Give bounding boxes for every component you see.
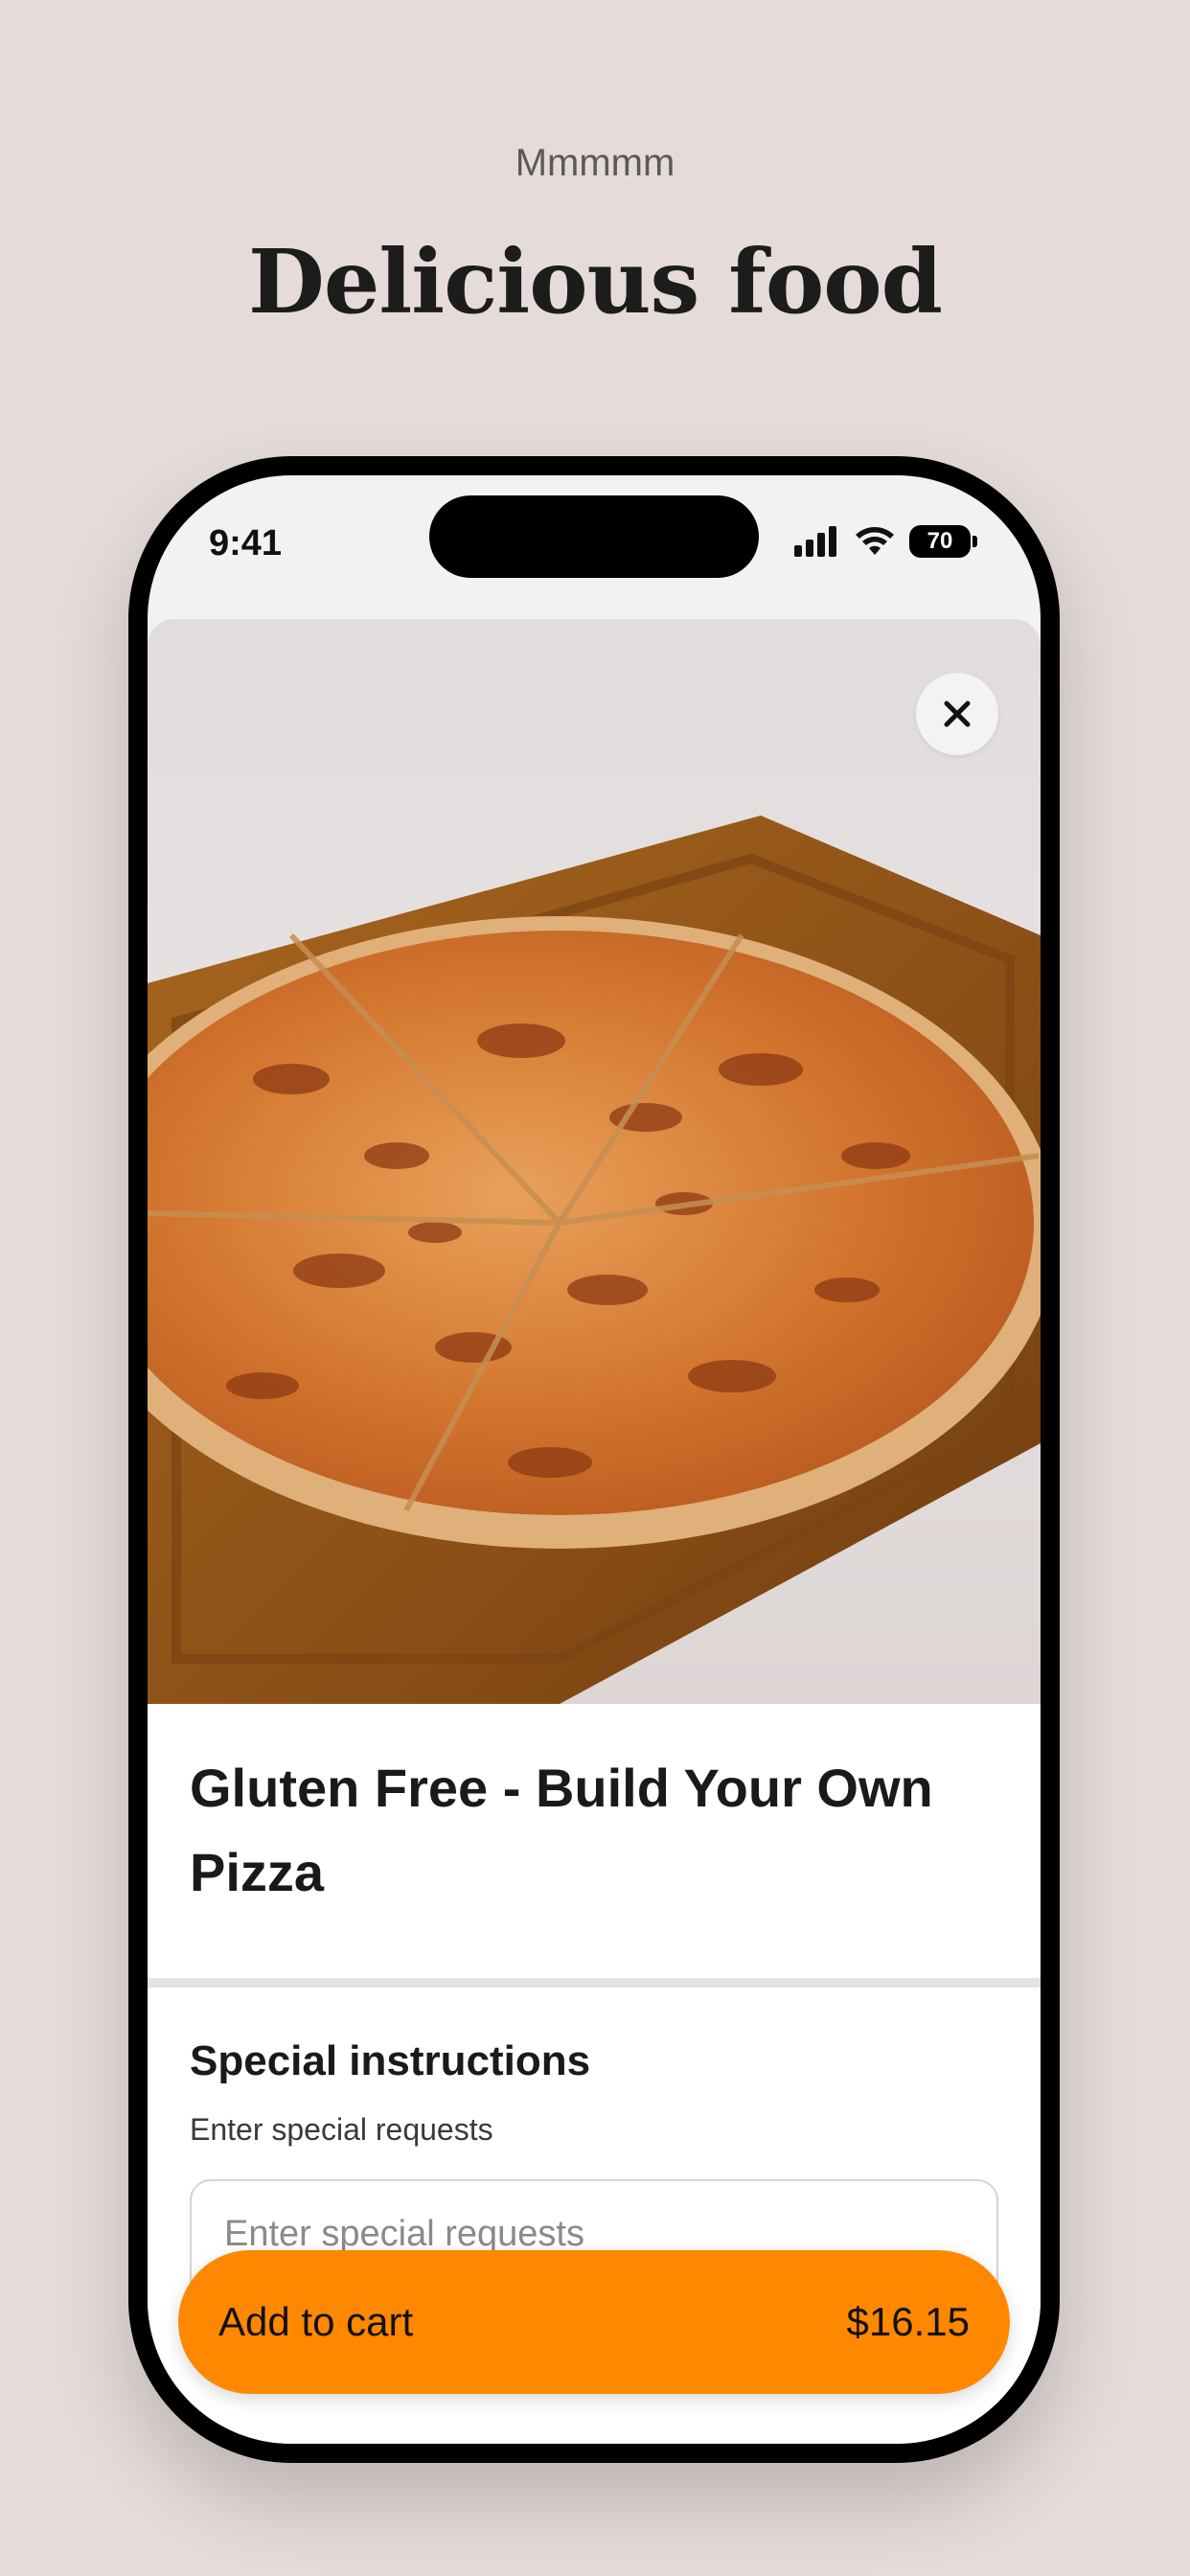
wifi-icon [856,527,894,555]
add-to-cart-button[interactable]: Add to cart $16.15 [178,2250,1010,2394]
close-button[interactable] [916,673,998,755]
pizza-photo [148,619,1041,1704]
battery-icon: 70 [909,525,977,558]
status-icons: 70 [792,525,977,558]
cart-price: $16.15 [846,2299,970,2344]
special-requests-placeholder: Enter special requests [224,2214,584,2254]
special-instructions-title: Special instructions [190,2037,591,2084]
item-title-block: Gluten Free - Build Your Own Pizza [148,1704,1041,1978]
add-to-cart-label: Add to cart [218,2299,414,2344]
status-time: 9:41 [209,523,283,564]
page-headline: Delicious food [248,230,943,334]
item-title: Gluten Free - Build Your Own Pizza [190,1758,933,1902]
phone-frame: 9:41 70 Gluten Free - Build Your Own Piz… [128,456,1060,2463]
signal-icon [794,526,836,557]
section-divider [148,1978,1041,1988]
phone-screen: 9:41 70 Gluten Free - Build Your Own Piz… [148,475,1041,2444]
battery-level: 70 [909,525,971,558]
item-sheet: Gluten Free - Build Your Own Pizza Speci… [148,619,1041,2444]
dynamic-island [429,495,759,578]
pizza-illustration [148,816,1041,1704]
special-instructions-subtitle: Enter special requests [190,2112,493,2147]
page-eyebrow: Mmmmm [515,142,675,184]
close-icon [944,701,971,727]
